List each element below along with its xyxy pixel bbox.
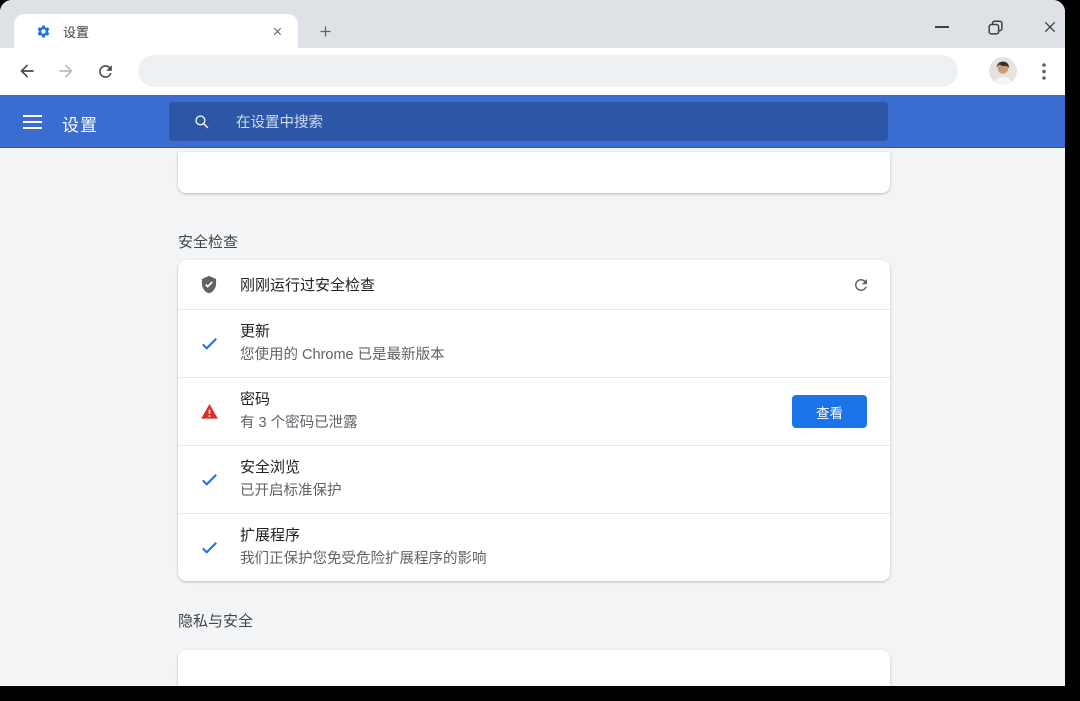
- forward-button[interactable]: [52, 57, 80, 85]
- tab-settings[interactable]: 设置: [14, 14, 298, 48]
- row-title: 密码: [240, 391, 271, 408]
- previous-section-card-partial: [178, 152, 890, 193]
- restore-icon: [987, 19, 1003, 35]
- browser-window: 设置 设置 在设置中搜索 安全检查 刚刚运行过安全检查 更新 您使用的 Chro…: [0, 0, 1065, 686]
- row-title: 更新: [240, 323, 271, 340]
- safety-check-status-row: 刚刚运行过安全检查: [178, 260, 890, 309]
- review-passwords-button[interactable]: 查看: [792, 395, 867, 428]
- check-ok-icon: [178, 310, 240, 377]
- privacy-section-card-partial: [178, 650, 890, 686]
- three-dot-menu-icon: [1042, 62, 1046, 80]
- avatar-photo: [989, 57, 1017, 85]
- row-title: 扩展程序: [240, 527, 301, 544]
- row-title: 安全浏览: [240, 459, 301, 476]
- safety-check-heading: 安全检查: [178, 234, 239, 251]
- tab-strip: 设置: [0, 0, 1065, 48]
- profile-avatar[interactable]: [989, 57, 1017, 85]
- row-subtitle: 我们正保护您免受危险扩展程序的影响: [240, 551, 487, 567]
- minimize-button[interactable]: [929, 14, 955, 40]
- row-subtitle: 已开启标准保护: [240, 483, 342, 499]
- settings-gear-icon: [36, 24, 51, 39]
- main-menu-button[interactable]: [20, 109, 46, 135]
- check-ok-icon: [178, 446, 240, 513]
- shield-check-icon: [178, 275, 240, 295]
- address-bar[interactable]: [138, 55, 958, 87]
- tab-close-icon[interactable]: [268, 22, 286, 40]
- browser-menu-button[interactable]: [1030, 57, 1058, 85]
- reload-icon: [98, 64, 112, 78]
- search-placeholder: 在设置中搜索: [236, 115, 323, 131]
- browser-toolbar: [0, 48, 1065, 95]
- safety-row-extensions: 扩展程序 我们正保护您免受危险扩展程序的影响: [178, 513, 890, 581]
- privacy-security-heading: 隐私与安全: [178, 613, 254, 630]
- tab-title: 设置: [63, 24, 90, 40]
- row-subtitle: 您使用的 Chrome 已是最新版本: [240, 347, 445, 363]
- restore-window-button[interactable]: [982, 14, 1008, 40]
- search-icon: [193, 113, 210, 130]
- safety-row-safe-browsing: 安全浏览 已开启标准保护: [178, 445, 890, 513]
- row-subtitle: 有 3 个密码已泄露: [240, 415, 358, 431]
- rerun-safety-check-button[interactable]: [844, 268, 878, 302]
- back-button[interactable]: [13, 57, 41, 85]
- warning-triangle-icon: [178, 378, 240, 445]
- settings-search-input[interactable]: 在设置中搜索: [169, 102, 888, 141]
- close-window-button[interactable]: [1037, 14, 1063, 40]
- minimize-icon: [935, 26, 949, 28]
- check-ok-icon: [178, 514, 240, 581]
- close-icon: [1044, 21, 1056, 33]
- forward-arrow-icon: [59, 64, 73, 78]
- refresh-icon: [855, 278, 867, 291]
- new-tab-button[interactable]: [313, 19, 337, 43]
- settings-content: 安全检查 刚刚运行过安全检查 更新 您使用的 Chrome 已是最新版本 密码 …: [0, 148, 1065, 686]
- safety-check-status-text: 刚刚运行过安全检查: [240, 277, 376, 294]
- screen: 设置 设置 在设置中搜索 安全检查 刚刚运行过安全检查 更新 您使用的 Chro…: [0, 0, 1080, 701]
- settings-page-title: 设置: [62, 116, 98, 135]
- safety-check-card: 刚刚运行过安全检查 更新 您使用的 Chrome 已是最新版本 密码 有 3 个…: [178, 260, 890, 581]
- safety-row-passwords: 密码 有 3 个密码已泄露 查看: [178, 377, 890, 445]
- reload-button[interactable]: [91, 57, 119, 85]
- safety-row-updates: 更新 您使用的 Chrome 已是最新版本: [178, 309, 890, 377]
- settings-header: 设置 在设置中搜索: [0, 95, 1065, 148]
- back-arrow-icon: [20, 64, 34, 78]
